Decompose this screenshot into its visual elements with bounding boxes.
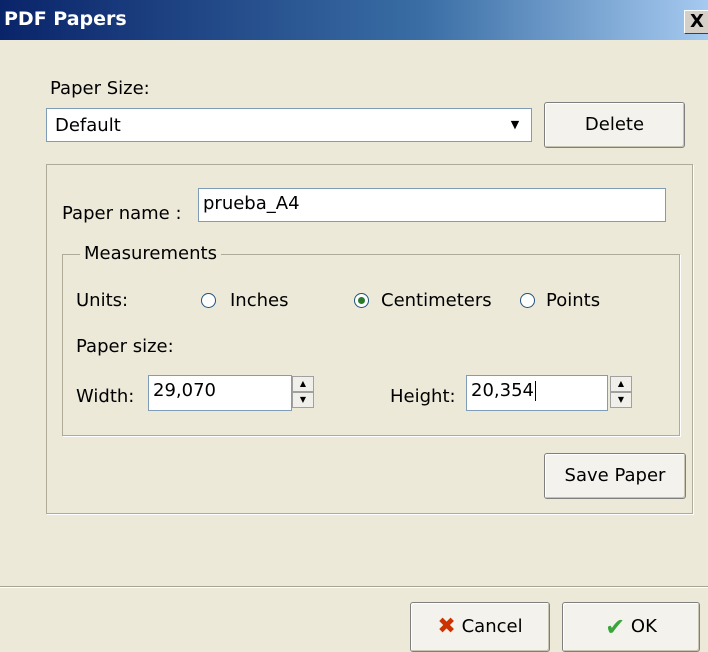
paper-size-label: Paper Size: — [50, 78, 150, 99]
inches-radio[interactable] — [201, 293, 216, 308]
width-spinner[interactable]: ▲ ▼ — [292, 376, 314, 410]
ok-label: OK — [630, 616, 657, 637]
paper-name-label: Paper name : — [62, 203, 182, 224]
check-icon: ✔ — [605, 613, 626, 641]
spin-up-icon[interactable]: ▲ — [292, 376, 314, 392]
spin-up-icon[interactable]: ▲ — [610, 376, 632, 392]
width-label: Width: — [76, 386, 135, 407]
save-paper-button[interactable]: Save Paper — [544, 453, 686, 499]
width-input[interactable]: 29,070 — [148, 375, 292, 411]
window-title: PDF Papers — [4, 8, 127, 30]
x-icon: ✖ — [437, 614, 456, 639]
delete-button[interactable]: Delete — [544, 102, 685, 148]
close-button[interactable]: X — [684, 10, 708, 34]
height-label: Height: — [390, 386, 456, 407]
dropdown-arrow-icon[interactable]: ▼ — [503, 113, 527, 137]
cancel-label: Cancel — [461, 616, 523, 637]
points-label[interactable]: Points — [546, 290, 600, 311]
height-spinner[interactable]: ▲ ▼ — [610, 376, 632, 410]
close-icon: X — [690, 11, 704, 32]
centimeters-radio[interactable] — [354, 293, 369, 308]
paper-size-sublabel: Paper size: — [76, 336, 174, 357]
height-value: 20,354 — [471, 380, 534, 401]
footer-separator — [0, 586, 708, 588]
height-input[interactable]: 20,354 — [466, 375, 608, 411]
inches-label[interactable]: Inches — [230, 290, 288, 311]
cancel-button[interactable]: ✖ Cancel — [410, 602, 550, 652]
ok-button[interactable]: ✔ OK — [562, 602, 700, 652]
paper-name-input[interactable]: prueba_A4 — [198, 188, 666, 222]
spin-down-icon[interactable]: ▼ — [292, 392, 314, 408]
paper-size-select[interactable]: Default ▼ — [46, 108, 532, 142]
paper-size-value: Default — [55, 115, 121, 136]
measurements-legend: Measurements — [80, 243, 221, 264]
centimeters-label[interactable]: Centimeters — [381, 290, 492, 311]
units-label: Units: — [76, 290, 129, 311]
text-caret — [534, 381, 536, 401]
points-radio[interactable] — [520, 293, 535, 308]
spin-down-icon[interactable]: ▼ — [610, 392, 632, 408]
title-bar[interactable]: PDF Papers X — [0, 0, 708, 40]
